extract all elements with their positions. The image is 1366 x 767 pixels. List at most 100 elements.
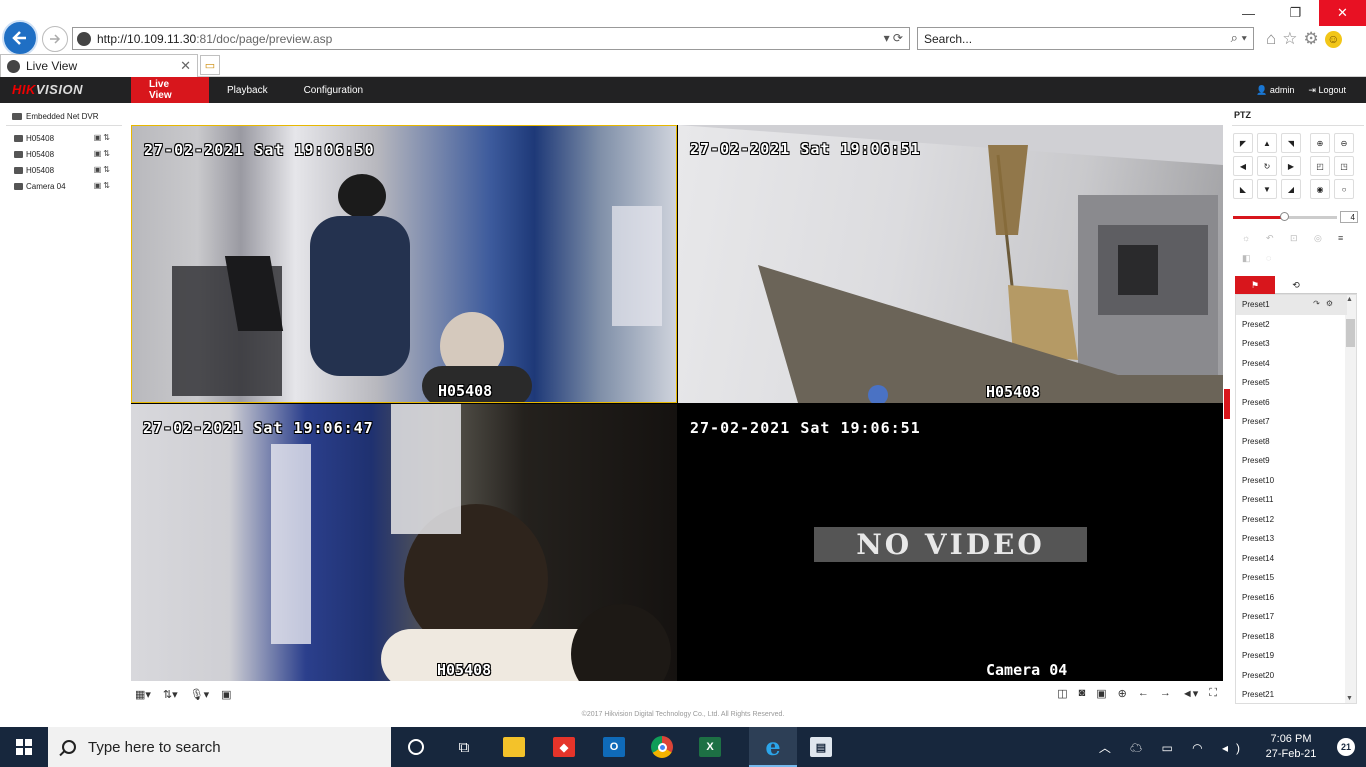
previous-page-icon[interactable]: ←	[1138, 687, 1149, 700]
back-button[interactable]	[2, 20, 38, 56]
browser-search-input[interactable]: Search... ⌕ ▾	[917, 27, 1254, 50]
new-tab-button[interactable]: ▭	[200, 55, 220, 75]
capture-camera-icon[interactable]: ◙	[1079, 687, 1086, 700]
logout-link[interactable]: ⇥ Logout	[1308, 85, 1346, 96]
settings-gear-icon[interactable]: ⚙	[1304, 29, 1319, 49]
internet-explorer-icon[interactable]: e	[749, 727, 797, 767]
record-stream-icon[interactable]: ▣⇅	[94, 181, 112, 190]
cortana-icon[interactable]	[392, 727, 440, 767]
preset-item[interactable]: Preset14	[1236, 549, 1347, 569]
home-icon[interactable]: ⌂	[1266, 29, 1276, 49]
camera-item[interactable]: H05408 ▣⇅	[14, 147, 124, 161]
preset-item[interactable]: Preset7	[1236, 412, 1347, 432]
pan-up-left-button[interactable]: ◤	[1233, 133, 1253, 153]
camera-item[interactable]: H05408 ▣⇅	[14, 163, 124, 177]
camera-item[interactable]: Camera 04 ▣⇅	[14, 179, 124, 193]
clock[interactable]: 7:06 PM 27-Feb-21	[1256, 732, 1326, 762]
stop-all-icon[interactable]: ◫	[1057, 687, 1067, 700]
task-view-icon[interactable]: ⧉	[440, 727, 488, 767]
wiper-icon[interactable]: ↶	[1266, 233, 1274, 244]
preset-item[interactable]: Preset9	[1236, 451, 1347, 471]
forward-button[interactable]	[42, 26, 68, 52]
preset-item[interactable]: Preset18	[1236, 627, 1347, 647]
menu-configuration[interactable]: Configuration	[286, 77, 381, 103]
video-tile-3[interactable]: 27-02-2021 Sat 19:06:47 H05408	[131, 404, 677, 681]
preset-item[interactable]: Preset21	[1236, 685, 1347, 703]
excel-icon[interactable]: X	[686, 727, 734, 767]
pan-up-button[interactable]: ▲	[1257, 133, 1277, 153]
tab-presets[interactable]: ⚑	[1235, 276, 1275, 294]
preset-item[interactable]: Preset19	[1236, 646, 1347, 666]
preset-item[interactable]: Preset15	[1236, 568, 1347, 588]
taskbar-search-input[interactable]: Type here to search	[48, 727, 391, 767]
preset-item[interactable]: Preset5	[1236, 373, 1347, 393]
preset-item[interactable]: Preset1 ↷⚙	[1236, 295, 1347, 315]
pan-down-right-button[interactable]: ◢	[1281, 179, 1301, 199]
refresh-icon[interactable]: ▾ ⟳	[884, 31, 903, 45]
iris-close-icon[interactable]: ○	[1334, 179, 1354, 199]
start-button[interactable]	[0, 727, 48, 767]
tab-close-icon[interactable]: ✕	[180, 58, 191, 74]
tray-icons[interactable]: ︿ ☁ ▭ ◠ ◂)	[1099, 739, 1248, 756]
zoom-in-icon[interactable]: ⊕	[1310, 133, 1330, 153]
microphone-icon[interactable]: 🎙▾	[190, 688, 210, 701]
video-tile-1[interactable]: 27-02-2021 Sat 19:06:50 H05408	[131, 125, 677, 403]
remote-app-icon[interactable]: ▤	[797, 727, 845, 767]
next-page-icon[interactable]: →	[1160, 687, 1171, 700]
preset-item[interactable]: Preset2	[1236, 315, 1347, 335]
camera-item[interactable]: H05408 ▣⇅	[14, 131, 124, 145]
ptz-speed-slider[interactable]	[1233, 212, 1337, 221]
pc-nvr-icon[interactable]: ▣	[221, 688, 231, 701]
preset-item[interactable]: Preset6	[1236, 393, 1347, 413]
pan-down-left-button[interactable]: ◣	[1233, 179, 1253, 199]
file-explorer-icon[interactable]	[490, 727, 538, 767]
record-stream-icon[interactable]: ▣⇅	[94, 165, 112, 174]
window-layout-icon[interactable]: ▦▾	[135, 688, 151, 701]
address-bar[interactable]: http://10.109.11.30:81/doc/page/preview.…	[72, 27, 910, 50]
preset-item[interactable]: Preset17	[1236, 607, 1347, 627]
preset-item[interactable]: Preset8	[1236, 432, 1347, 452]
tab-live-view[interactable]: Live View ✕	[0, 54, 198, 77]
preset-item[interactable]: Preset3	[1236, 334, 1347, 354]
preset-item[interactable]: Preset10	[1236, 471, 1347, 491]
pan-up-right-button[interactable]: ◥	[1281, 133, 1301, 153]
menu-live-view[interactable]: Live View	[131, 77, 209, 103]
chrome-icon[interactable]	[638, 727, 686, 767]
preset-item[interactable]: Preset16	[1236, 588, 1347, 608]
manual-tracking-icon[interactable]: ◌	[1266, 253, 1271, 263]
aux-focus-icon[interactable]: ◧	[1242, 253, 1251, 264]
light-icon[interactable]: ☼	[1242, 233, 1250, 243]
volume-mute-icon[interactable]: ◄▾	[1182, 687, 1198, 700]
record-stream-icon[interactable]: ▣⇅	[94, 149, 112, 158]
digital-zoom-icon[interactable]: ⊕	[1118, 687, 1127, 700]
3d-positioning-icon[interactable]: ⊡	[1290, 233, 1298, 244]
tab-patrols[interactable]: ⟲	[1276, 276, 1316, 294]
fullscreen-icon[interactable]: ⛶	[1209, 687, 1217, 700]
scroll-thumb[interactable]	[1346, 319, 1355, 347]
preset-call-settings-icon[interactable]: ↷⚙	[1313, 299, 1339, 308]
pan-right-button[interactable]: ▶	[1281, 156, 1301, 176]
stream-type-icon[interactable]: ⇅▾	[163, 688, 178, 701]
outlook-icon[interactable]: O	[590, 727, 638, 767]
scroll-up-icon[interactable]: ▲	[1346, 296, 1353, 303]
pan-left-button[interactable]: ◀	[1233, 156, 1253, 176]
menu-playback[interactable]: Playback	[209, 77, 286, 103]
user-account[interactable]: 👤 admin	[1256, 85, 1294, 96]
preset-item[interactable]: Preset13	[1236, 529, 1347, 549]
slider-knob[interactable]	[1280, 212, 1289, 221]
auto-scan-button[interactable]: ↻	[1257, 156, 1277, 176]
restore-button[interactable]: ❐	[1272, 0, 1319, 26]
action-center-button[interactable]: 21	[1326, 727, 1366, 767]
zoom-out-icon[interactable]: ⊖	[1334, 133, 1354, 153]
video-tile-4[interactable]: 27-02-2021 Sat 19:06:51 NO VIDEO Camera …	[678, 404, 1223, 681]
scroll-down-icon[interactable]: ▼	[1346, 695, 1353, 702]
minimize-button[interactable]: —	[1225, 0, 1272, 26]
focus-far-icon[interactable]: ◳	[1334, 156, 1354, 176]
feedback-smiley-icon[interactable]: ☺	[1324, 30, 1342, 48]
pan-down-button[interactable]: ▼	[1257, 179, 1277, 199]
anydesk-icon[interactable]: ◆	[540, 727, 588, 767]
record-icon[interactable]: ▣	[1096, 687, 1106, 700]
iris-open-icon[interactable]: ◉	[1310, 179, 1330, 199]
preset-item[interactable]: Preset20	[1236, 666, 1347, 686]
search-icon[interactable]: ⌕ ▾	[1231, 30, 1247, 46]
